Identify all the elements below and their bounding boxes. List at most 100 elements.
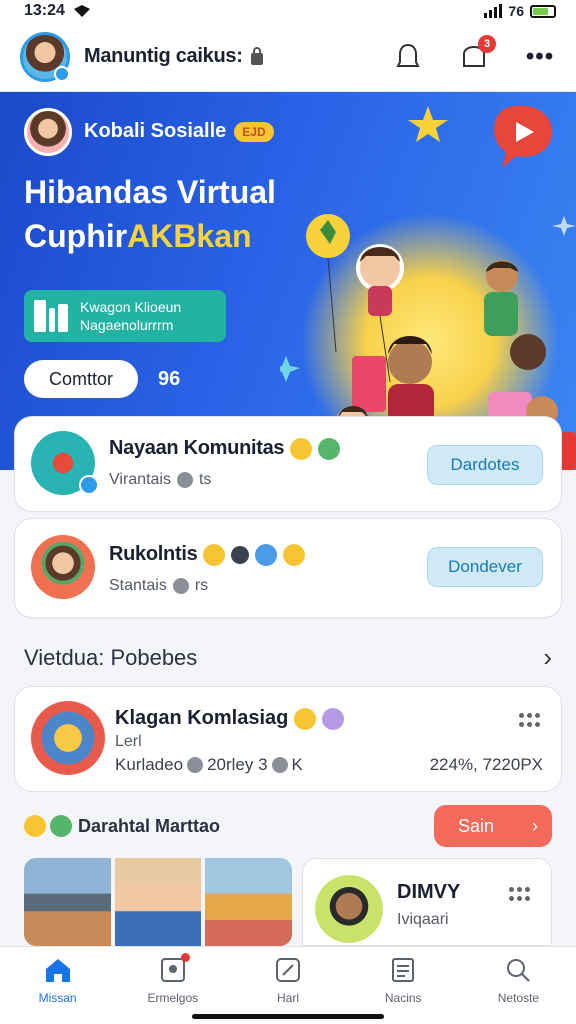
community-name-text: Rukolntis [109, 543, 198, 565]
community-card[interactable]: Rukolntis Stantais rs Dondever [14, 518, 562, 618]
nav-badge [180, 953, 190, 962]
feature-meta-b: 20rley 3 [207, 755, 268, 774]
nav-label: Ermelgos [147, 991, 199, 1005]
home-indicator[interactable] [192, 1014, 384, 1019]
sparkle-emoji-icon [322, 707, 345, 730]
play-bubble-icon [493, 105, 552, 168]
section-title: Vietdua: Pobebes [24, 644, 198, 670]
smile-emoji-icon [24, 815, 46, 837]
photo-thumbnail[interactable] [205, 858, 292, 946]
hero-count: 96 [158, 368, 181, 390]
nav-item-home[interactable]: Missan [0, 947, 115, 1024]
bottom-nav: Missan Ermelgos Harl Nacins Netoste [0, 946, 576, 1024]
hero-banner[interactable]: Kobali Sosialle EJD Hibandas Virtual Cup… [0, 92, 576, 470]
feature-title: Klagan Komlasiag [115, 707, 345, 730]
nav-label: Missan [38, 991, 77, 1005]
nav-item-events[interactable]: Ermelgos [115, 947, 230, 1024]
profile-card[interactable]: DIMVY Iviqaari [302, 858, 552, 946]
hero-illustration [280, 105, 576, 470]
community-avatar [31, 535, 95, 599]
status-bar: 13:24 76 [0, 0, 576, 22]
smile-emoji-icon [203, 543, 226, 566]
promo-button-label: Sain [458, 815, 495, 836]
community-avatar [31, 431, 99, 495]
building-icon [34, 300, 68, 332]
link-emoji-icon [231, 545, 250, 564]
community-sub-text: Stantais [109, 577, 167, 594]
community-sub: Stantais rs [109, 577, 208, 595]
promo-row: Darahtal Marttao Sain › [24, 804, 552, 848]
hero-title-line2b: AKBkan [127, 218, 252, 254]
bell-button[interactable] [392, 41, 424, 73]
chevron-right-icon[interactable]: › [543, 642, 552, 673]
notifications-button[interactable]: 3 [458, 34, 496, 73]
community-sub-suffix: ts [198, 471, 212, 488]
section-header[interactable]: Vietdua: Pobebes › [24, 642, 552, 673]
app-title-text: Manuntig caikus: [84, 45, 243, 67]
bell-icon [396, 43, 420, 67]
community-sub: Virantais ts [109, 471, 211, 489]
check-emoji-icon [50, 815, 72, 837]
community-sub-text: Virantais [109, 471, 171, 488]
hero-avatar [24, 108, 72, 156]
community-cta-button[interactable]: Dardotes [427, 445, 543, 485]
feature-meta: Kurladeo 20rley 3 K [115, 755, 303, 775]
feature-stats: 224%, 7220PX [429, 755, 543, 774]
wink-emoji-icon [283, 543, 306, 566]
community-cta-button[interactable]: Dondever [427, 547, 543, 587]
more-button[interactable]: ••• [524, 41, 556, 73]
feature-meta-a: Kurladeo [115, 755, 184, 774]
feature-title-text: Klagan Komlasiag [115, 707, 289, 729]
music-emoji-icon [255, 543, 278, 566]
star-small-icon [552, 216, 576, 236]
photo-thumbnail[interactable] [24, 858, 111, 946]
photo-thumbnail[interactable] [114, 858, 202, 946]
grid-menu-icon[interactable] [519, 713, 541, 729]
pin-icon [187, 757, 204, 773]
smile-emoji-icon [290, 437, 313, 460]
feature-thumbnail [31, 701, 105, 775]
photo-strip[interactable] [24, 858, 292, 946]
events-icon [158, 953, 190, 985]
profile-card-sub: Iviqaari [397, 911, 449, 928]
nav-item-compose[interactable]: Harl [230, 947, 345, 1024]
signal-icon [484, 4, 503, 18]
hero-brand: Kobali Sosialle EJD [84, 120, 274, 143]
profile-card-name: DIMVY [397, 881, 461, 903]
nav-label: Netoste [497, 991, 540, 1005]
community-name: Nayaan Komunitas [109, 437, 341, 460]
promo-label: Darahtal Marttao [78, 815, 221, 836]
hero-brand-tag: EJD [234, 121, 274, 142]
feature-meta-c: K [291, 755, 303, 774]
star-icon [408, 106, 448, 142]
community-name: Rukolntis [109, 543, 306, 566]
nav-item-notes[interactable]: Nacins [346, 947, 461, 1024]
status-time: 13:24 [24, 2, 65, 19]
hero-panel-line1: Kwagon Klioeun [80, 299, 182, 315]
pin-icon [172, 578, 189, 594]
lock-icon [250, 46, 263, 65]
hero-title-line2a: Cuphir [24, 218, 128, 254]
notes-icon [388, 955, 418, 985]
community-card[interactable]: Nayaan Komunitas Virantais ts Dardotes [14, 416, 562, 512]
grid-menu-icon[interactable] [509, 887, 531, 903]
hero-button[interactable]: Comttor [24, 360, 138, 398]
promo-button[interactable]: Sain › [434, 805, 552, 847]
hero-info-panel[interactable]: Kwagon Klioeun Nagaenolurrrm [24, 290, 226, 342]
search-icon [503, 955, 533, 985]
hero-panel-line2: Nagaenolurrrm [80, 317, 174, 333]
profile-avatar[interactable] [20, 31, 70, 82]
feature-subtitle: Lerl [115, 733, 142, 750]
feature-card[interactable]: Klagan Komlasiag Lerl Kurladeo 20rley 3 … [14, 686, 562, 792]
nav-label: Nacins [384, 991, 422, 1005]
profile-card-avatar [315, 875, 383, 943]
community-sub-suffix: rs [194, 577, 209, 594]
app-title: Manuntig caikus: [84, 45, 263, 68]
community-name-text: Nayaan Komunitas [109, 437, 285, 459]
compose-icon [273, 955, 303, 985]
nav-item-search[interactable]: Netoste [461, 947, 576, 1024]
star-teal-icon [280, 356, 300, 382]
battery-percent: 76 [508, 3, 524, 19]
notification-badge: 3 [478, 34, 496, 53]
verified-icon [79, 475, 99, 495]
